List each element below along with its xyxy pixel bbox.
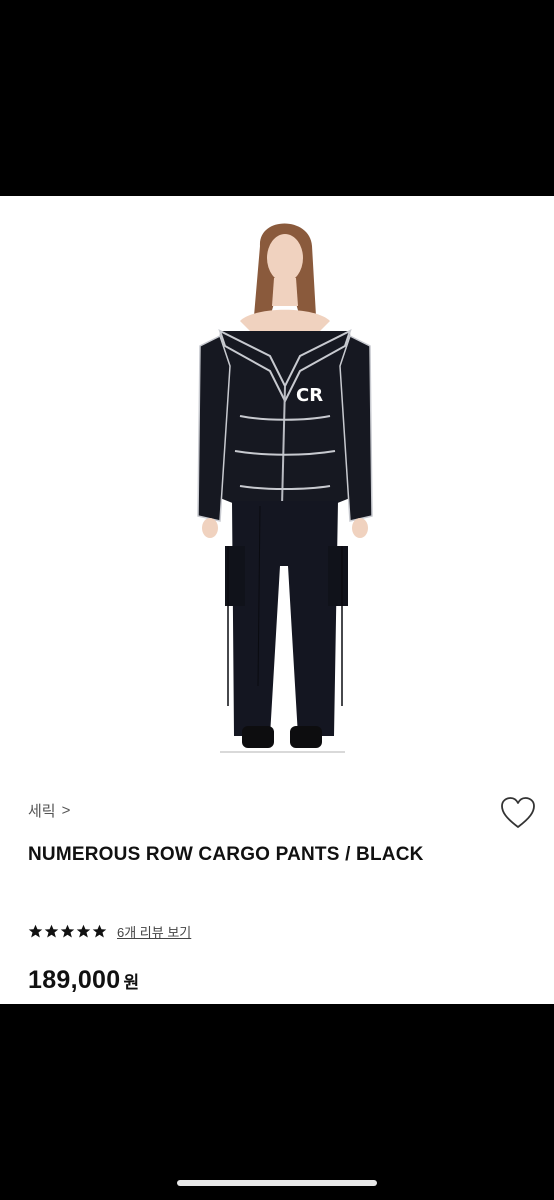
brand-name: 세릭 xyxy=(28,803,56,820)
rating-stars xyxy=(28,924,107,939)
bottom-black-area xyxy=(0,1004,554,1200)
review-link[interactable]: 6개 리뷰 보기 xyxy=(117,922,191,941)
star-icon xyxy=(76,924,91,938)
rating-row: 6개 리뷰 보기 xyxy=(28,922,191,941)
product-title: NUMEROUS ROW CARGO PANTS / BLACK xyxy=(28,844,424,865)
heart-icon[interactable] xyxy=(500,796,536,830)
price-row: 189,000 원 xyxy=(28,966,139,995)
price-value: 189,000 xyxy=(28,966,121,994)
brand-link[interactable]: 세릭 > xyxy=(28,800,70,821)
star-icon xyxy=(44,924,59,938)
chevron-right-icon: > xyxy=(61,802,71,819)
svg-text:CR: CR xyxy=(296,385,323,406)
star-icon xyxy=(92,924,107,938)
product-image: CR xyxy=(197,223,373,753)
home-indicator[interactable] xyxy=(177,1180,377,1186)
top-black-area xyxy=(0,0,554,196)
price-currency: 원 xyxy=(123,973,140,992)
star-icon xyxy=(28,924,43,938)
star-icon xyxy=(60,924,75,938)
product-detail-screen: CR 세릭 > NUMEROUS ROW CARGO PANTS / BLACK xyxy=(0,196,554,1004)
